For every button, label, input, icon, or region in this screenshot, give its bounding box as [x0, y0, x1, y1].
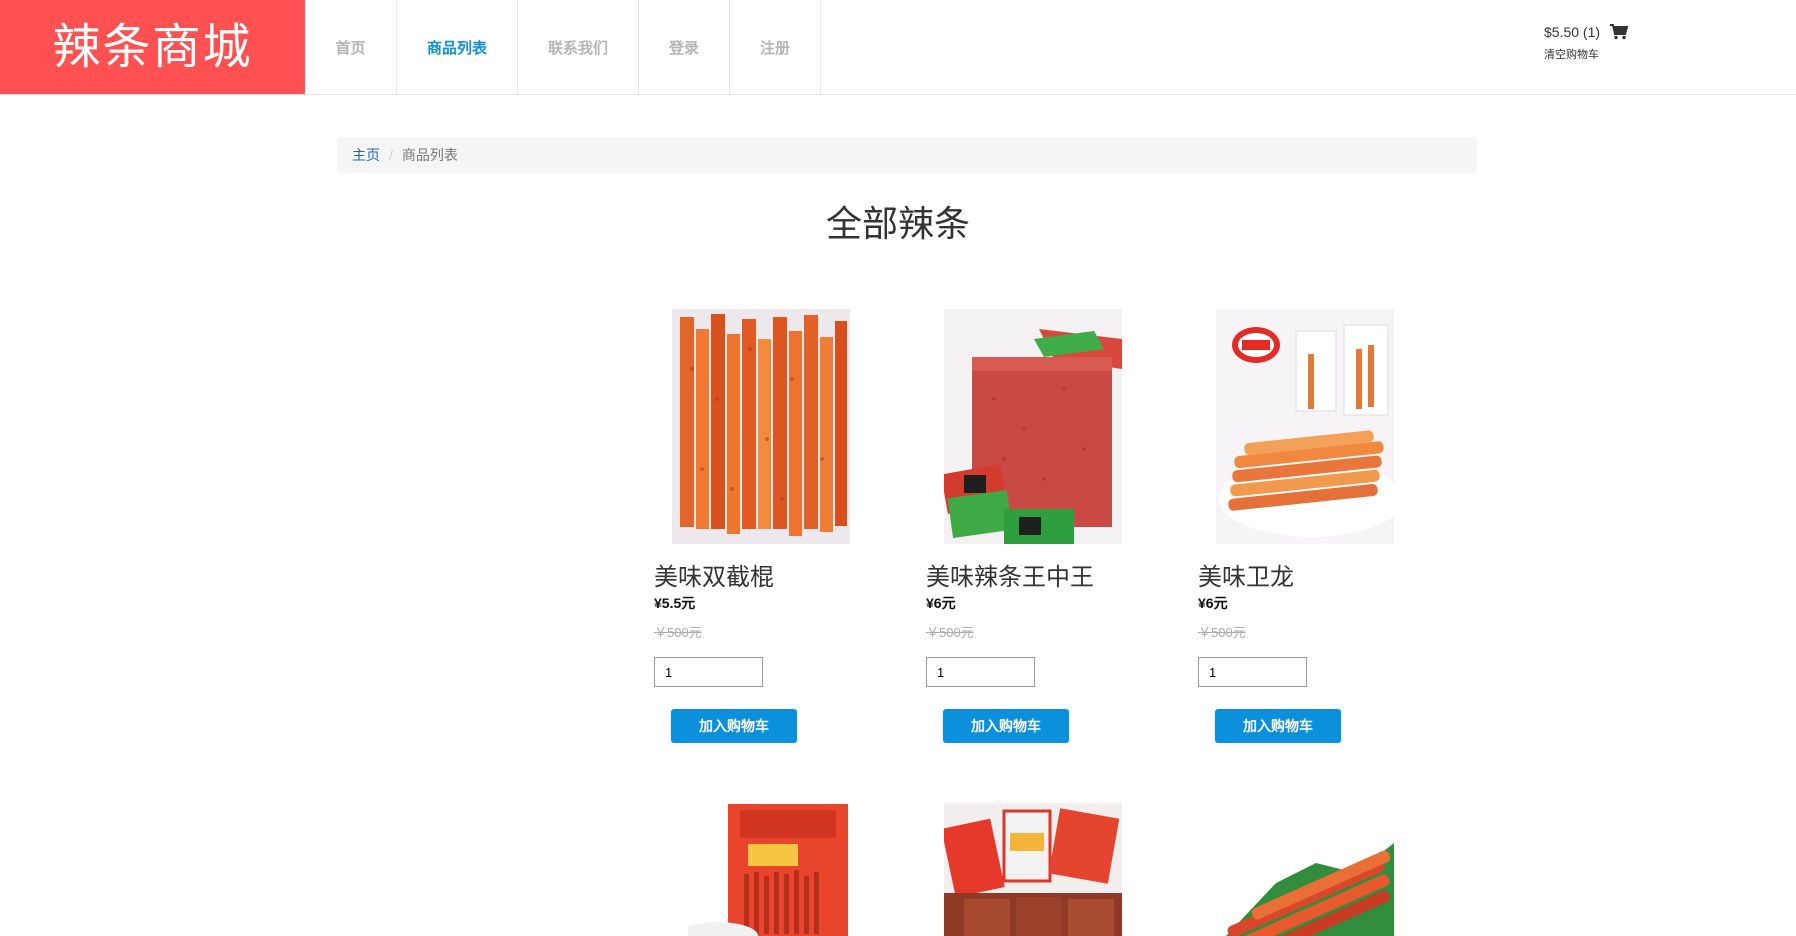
product-old-price: ￥500元	[654, 625, 702, 640]
cart-total[interactable]: $5.50 (1)	[1544, 24, 1600, 40]
nav-item-contact[interactable]: 联系我们	[518, 0, 639, 94]
product-price: ¥5.5元	[654, 595, 696, 611]
product-price: ¥6元	[1198, 595, 1228, 611]
cart-total-row[interactable]: $5.50 (1)	[1544, 24, 1629, 40]
product-image[interactable]	[944, 309, 1122, 544]
nav-item-home[interactable]: 首页	[305, 0, 397, 94]
breadcrumb-current: 商品列表	[401, 147, 458, 163]
main-nav: 首页 商品列表 联系我们 登录 注册	[305, 0, 821, 94]
product-price: ¥6元	[926, 595, 956, 611]
breadcrumb-home[interactable]: 主页	[352, 145, 380, 165]
product-image[interactable]	[688, 804, 848, 936]
product-name[interactable]: 美味双截棍	[654, 557, 774, 592]
breadcrumb-separator: /	[389, 147, 393, 163]
quantity-input[interactable]	[654, 657, 763, 687]
product-image[interactable]	[672, 309, 850, 544]
add-to-cart-button[interactable]: 加入购物车	[671, 709, 797, 743]
product-name[interactable]: 美味辣条王中王	[926, 557, 1094, 592]
clear-cart-link[interactable]: 清空购物车	[1544, 46, 1628, 62]
product-image[interactable]	[1216, 309, 1394, 544]
product-image[interactable]	[1216, 803, 1394, 936]
product-image[interactable]	[944, 803, 1122, 936]
quantity-input[interactable]	[926, 657, 1035, 687]
nav-item-register[interactable]: 注册	[730, 0, 821, 94]
nav-item-product-list[interactable]: 商品列表	[397, 0, 518, 94]
product-name[interactable]: 美味卫龙	[1198, 557, 1294, 592]
breadcrumb: 主页 / 商品列表	[337, 137, 1477, 173]
cart-summary: $5.50 (1) 清空购物车	[1544, 24, 1629, 62]
page-title: 全部辣条	[825, 204, 970, 245]
add-to-cart-button[interactable]: 加入购物车	[1215, 709, 1341, 743]
nav-item-login[interactable]: 登录	[639, 0, 730, 94]
product-old-price: ￥500元	[1198, 625, 1246, 640]
product-old-price: ￥500元	[926, 625, 974, 640]
top-navbar: 辣条商城 首页 商品列表 联系我们 登录 注册 $5.50 (1) 清空购物车	[0, 0, 1796, 95]
add-to-cart-button[interactable]: 加入购物车	[943, 709, 1069, 743]
shopping-cart-icon[interactable]	[1610, 24, 1629, 40]
quantity-input[interactable]	[1198, 657, 1307, 687]
site-logo[interactable]: 辣条商城	[0, 0, 305, 94]
